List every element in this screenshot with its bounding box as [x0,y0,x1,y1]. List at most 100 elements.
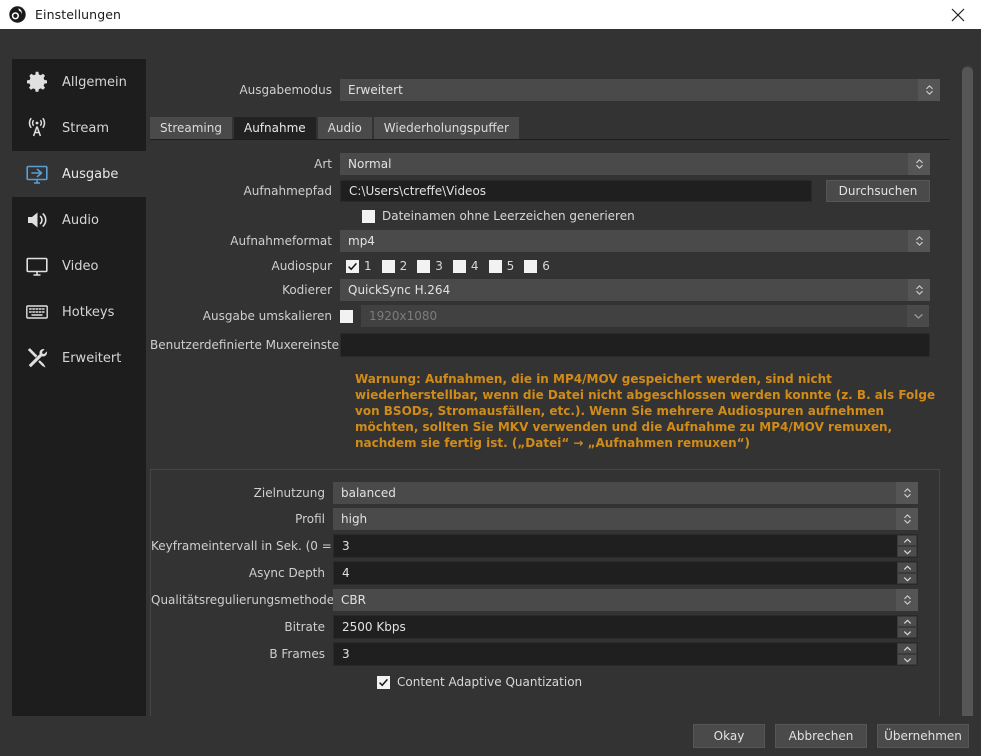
target-usage-combobox[interactable]: balanced [333,482,918,504]
spinbox-buttons[interactable] [897,616,917,638]
gear-icon [24,69,50,95]
sidebar-item-stream[interactable]: Stream [12,105,146,151]
audio-track-list: 1 2 3 4 5 6 [340,259,560,273]
audio-track-3[interactable]: 3 [417,259,443,273]
scrollbar-thumb[interactable] [962,67,973,743]
b-frames-row: B Frames 3 [151,642,939,666]
chevron-updown-icon [908,153,930,175]
chevron-down-icon[interactable] [897,546,917,557]
encoder-combobox[interactable]: QuickSync H.264 [340,279,930,301]
audio-track-number: 5 [506,259,515,273]
spinbox-buttons[interactable] [897,535,917,557]
keyboard-icon [24,299,50,325]
cancel-button[interactable]: Abbrechen [775,724,867,748]
rescale-resolution-combobox: 1920x1080 [361,305,929,327]
sidebar-item-label: Audio [62,212,99,228]
profile-label: Profil [295,512,325,526]
chevron-up-icon[interactable] [897,535,917,546]
chevron-down-icon[interactable] [897,573,917,584]
sidebar-item-ausgabe[interactable]: Ausgabe [12,151,146,197]
audio-track-1[interactable]: 1 [346,259,372,273]
sidebar-item-video[interactable]: Video [12,243,146,289]
spinbox-buttons[interactable] [897,562,917,584]
rescale-resolution-value: 1920x1080 [369,309,438,323]
b-frames-value: 3 [342,647,350,661]
apply-button[interactable]: Übernehmen [877,724,969,748]
async-depth-row: Async Depth 4 [151,561,939,585]
chevron-up-icon[interactable] [897,562,917,573]
tools-icon [24,345,50,371]
caq-checkbox[interactable]: Content Adaptive Quantization [377,675,582,689]
audio-track-number: 3 [435,259,443,273]
recording-format-combobox[interactable]: mp4 [340,230,930,252]
profile-combobox[interactable]: high [333,508,918,530]
tab-audio[interactable]: Audio [317,117,372,139]
rescale-output-checkbox[interactable] [340,309,353,323]
close-icon[interactable] [935,0,981,29]
chevron-down-icon[interactable] [897,627,917,638]
checkbox-box [381,259,395,273]
sidebar-item-hotkeys[interactable]: Hotkeys [12,289,146,335]
sidebar-item-erweitert[interactable]: Erweitert [12,335,146,381]
checkbox-box [452,259,466,273]
rate-control-combobox[interactable]: CBR [333,589,918,611]
tab-wiederholungspuffer[interactable]: Wiederholungspuffer [373,117,519,139]
title-bar: Einstellungen [0,0,981,29]
browse-button[interactable]: Durchsuchen [826,180,930,202]
speaker-icon [24,207,50,233]
tab-label: Wiederholungspuffer [383,121,509,135]
muxer-settings-row: Benutzerdefinierte Muxereinstellungen [150,333,950,357]
cancel-button-label: Abbrechen [788,729,854,743]
tab-label: Aufnahme [243,121,306,135]
checkbox-box [417,259,431,273]
no-space-filenames-checkbox[interactable]: Dateinamen ohne Leerzeichen generieren [362,209,635,223]
mp4-warning-text: Warnung: Aufnahmen, die in MP4/MOV gespe… [355,372,936,450]
chevron-updown-icon [896,508,918,530]
audio-track-5[interactable]: 5 [488,259,515,273]
chevron-updown-icon [896,482,918,504]
muxer-settings-input[interactable] [340,333,930,357]
bitrate-spinbox[interactable]: 2500 Kbps [333,615,918,639]
muxer-settings-label: Benutzerdefinierte Muxereinstellungen [150,338,384,352]
chevron-updown-icon [918,79,940,101]
recording-format-row: Aufnahmeformat mp4 [150,230,950,252]
settings-window: Allgemein Stream Ausgabe Audio Video Hot… [0,29,981,756]
vertical-scrollbar[interactable] [962,65,973,745]
recording-format-value: mp4 [348,234,375,248]
audio-track-number: 1 [364,259,372,273]
tab-label: Streaming [160,121,222,135]
recording-type-combobox[interactable]: Normal [340,153,930,175]
sidebar-item-audio[interactable]: Audio [12,197,146,243]
no-space-filenames-label: Dateinamen ohne Leerzeichen generieren [382,209,635,223]
recording-format-label: Aufnahmeformat [230,234,332,248]
spinbox-buttons[interactable] [897,643,917,665]
output-mode-combobox[interactable]: Erweitert [340,79,940,101]
settings-content: Ausgabemodus Erweitert Streaming Aufnahm… [150,59,950,756]
chevron-down-icon[interactable] [897,654,917,665]
recording-path-row: Aufnahmepfad C:\Users\ctreffe\Videos Dur… [150,180,950,202]
tab-bar: Streaming Aufnahme Audio Wiederholungspu… [150,117,950,139]
keyframe-interval-spinbox[interactable]: 3 [333,534,918,558]
output-mode-row: Ausgabemodus Erweitert [150,79,950,101]
async-depth-label: Async Depth [248,566,325,580]
audio-track-row: Audiospur 1 2 3 4 5 6 [150,259,950,273]
ok-button[interactable]: Okay [693,724,765,748]
sidebar-item-allgemein[interactable]: Allgemein [12,59,146,105]
output-mode-label: Ausgabemodus [239,83,332,97]
audio-track-4[interactable]: 4 [452,259,479,273]
tab-aufnahme[interactable]: Aufnahme [233,117,316,139]
tab-streaming[interactable]: Streaming [150,117,232,139]
sidebar-item-label: Hotkeys [62,304,115,320]
encoder-settings-groupbox: Zielnutzung balanced Profil high Keyfram… [150,469,940,756]
checkbox-box [346,259,359,273]
chevron-up-icon[interactable] [897,616,917,627]
audio-track-2[interactable]: 2 [381,259,407,273]
tab-bar-divider [150,139,950,140]
async-depth-spinbox[interactable]: 4 [333,561,918,585]
sidebar-item-label: Stream [62,120,110,136]
recording-path-input[interactable]: C:\Users\ctreffe\Videos [340,180,812,202]
keyframe-interval-value: 3 [342,539,350,553]
chevron-up-icon[interactable] [897,643,917,654]
b-frames-spinbox[interactable]: 3 [333,642,918,666]
audio-track-6[interactable]: 6 [524,259,550,273]
